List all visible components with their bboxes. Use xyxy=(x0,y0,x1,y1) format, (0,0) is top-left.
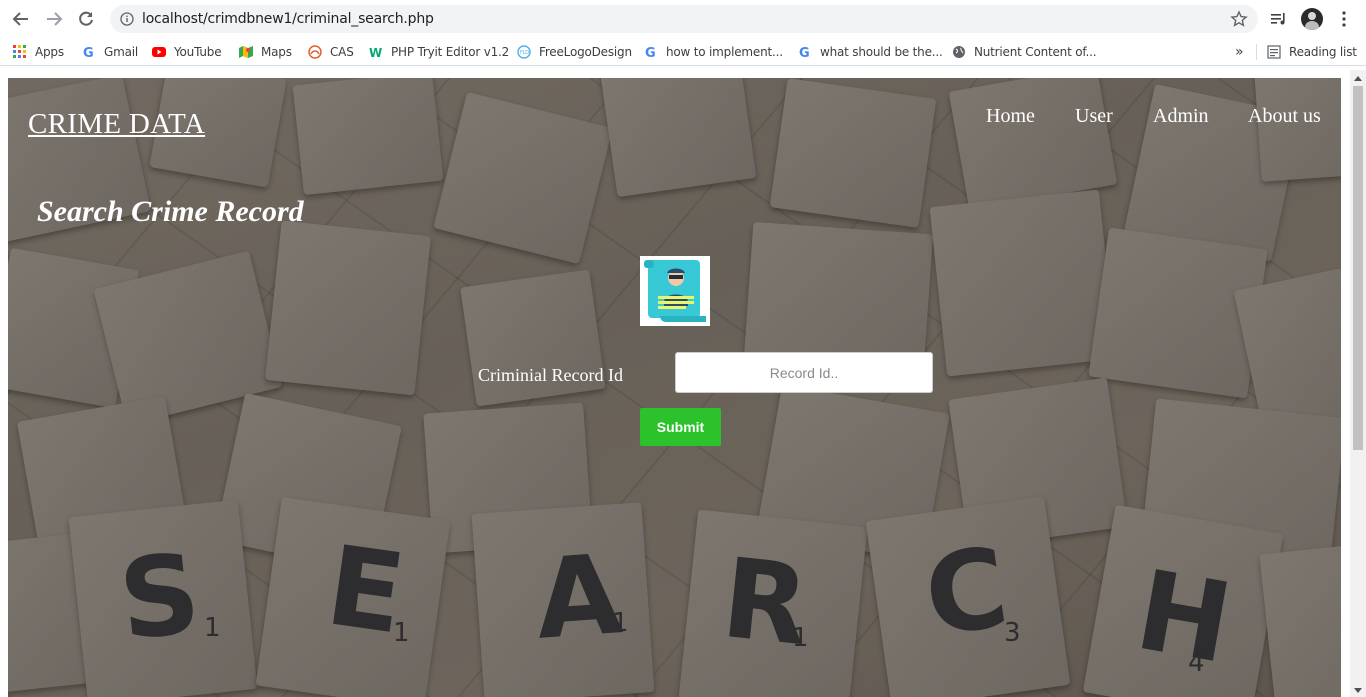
svg-text:FLD: FLD xyxy=(520,50,529,56)
scroll-down-arrow-icon[interactable] xyxy=(1354,688,1362,693)
criminal-record-image xyxy=(640,256,710,326)
apps-grid-icon xyxy=(13,45,26,58)
submit-button[interactable]: Submit xyxy=(640,408,721,446)
bookmark-label: what should be the... xyxy=(820,45,943,59)
scrollbar-thumb[interactable] xyxy=(1353,86,1363,450)
bookmark-nutrient-content[interactable]: Nutrient Content of... xyxy=(952,43,1097,61)
bookmark-freelogodesign[interactable]: FLD FreeLogoDesign xyxy=(517,43,632,61)
freelogodesign-icon: FLD xyxy=(517,45,531,59)
page-title: Search Crime Record xyxy=(37,195,304,228)
bookmark-label: FreeLogoDesign xyxy=(539,45,632,59)
reload-icon xyxy=(79,11,93,26)
reading-list-icon xyxy=(1267,45,1281,59)
back-arrow-icon xyxy=(12,12,28,26)
nav-home[interactable]: Home xyxy=(986,105,1035,128)
cas-icon xyxy=(308,45,322,59)
svg-text:G: G xyxy=(645,46,655,59)
bookmark-label: YouTube xyxy=(174,45,222,59)
reading-list-button[interactable]: Reading list xyxy=(1267,43,1357,61)
bookmark-what-should-be[interactable]: G what should be the... xyxy=(798,43,943,61)
browser-menu-button[interactable] xyxy=(1333,9,1355,29)
bookmark-label: Maps xyxy=(261,45,292,59)
w3schools-icon: W xyxy=(369,46,382,59)
bookmark-label: how to implement... xyxy=(666,45,783,59)
nav-about-us[interactable]: About us xyxy=(1248,105,1321,128)
reload-button[interactable] xyxy=(73,7,99,31)
info-icon xyxy=(120,12,134,26)
nav-admin[interactable]: Admin xyxy=(1153,105,1209,128)
maps-icon xyxy=(239,46,253,58)
page-scrollbar[interactable] xyxy=(1350,70,1366,697)
bookmark-label: CAS xyxy=(330,45,354,59)
bookmarks-divider xyxy=(1256,44,1257,60)
forward-button[interactable] xyxy=(41,7,67,31)
record-id-input[interactable] xyxy=(675,352,933,393)
bookmark-how-to-implement[interactable]: G how to implement... xyxy=(644,43,783,61)
playlist-icon xyxy=(1271,13,1285,25)
google-icon: G xyxy=(83,46,94,59)
site-brand-link[interactable]: CRIME DATA xyxy=(28,108,205,141)
back-button[interactable] xyxy=(8,7,34,31)
media-control-button[interactable] xyxy=(1268,9,1290,29)
bookmark-label: Nutrient Content of... xyxy=(974,45,1097,59)
google-icon: G xyxy=(645,46,656,59)
nav-user[interactable]: User xyxy=(1075,105,1113,128)
bookmark-youtube[interactable]: YouTube xyxy=(152,43,222,61)
page-background: S 1 E 1 A 1 R 1 C 3 H 4 CRIME DATA Home … xyxy=(8,78,1341,697)
bookmarks-bar: Apps G Gmail YouTube Maps CAS W PHP Tryi… xyxy=(0,38,1366,66)
profile-avatar[interactable] xyxy=(1301,8,1323,30)
bookmark-gmail[interactable]: G Gmail xyxy=(82,43,138,61)
browser-toolbar: localhost/crimdbnew1/criminal_search.php xyxy=(0,0,1366,38)
address-bar[interactable]: localhost/crimdbnew1/criminal_search.php xyxy=(110,5,1258,33)
bookmark-cas[interactable]: CAS xyxy=(308,43,354,61)
double-chevron-icon: » xyxy=(1235,44,1244,60)
url-text: localhost/crimdbnew1/criminal_search.php xyxy=(142,11,434,27)
bookmark-apps[interactable]: Apps xyxy=(13,43,64,61)
scroll-up-arrow-icon[interactable] xyxy=(1354,76,1362,81)
record-id-label: Criminial Record Id xyxy=(478,365,623,385)
globe-icon xyxy=(953,46,965,58)
bookmark-label: Gmail xyxy=(104,45,139,59)
google-icon: G xyxy=(799,46,810,59)
criminal-scroll-icon xyxy=(644,260,706,322)
reading-list-label: Reading list xyxy=(1289,45,1357,59)
more-bookmarks-button[interactable]: » xyxy=(1235,43,1244,61)
bookmark-label: PHP Tryit Editor v1.2 xyxy=(391,45,510,59)
svg-text:G: G xyxy=(799,46,809,59)
bookmark-maps[interactable]: Maps xyxy=(239,43,292,61)
bookmark-php-tryit[interactable]: W PHP Tryit Editor v1.2 xyxy=(369,43,509,61)
svg-text:W: W xyxy=(369,46,382,59)
kebab-menu-icon xyxy=(1342,11,1346,27)
forward-arrow-icon xyxy=(47,12,63,26)
bookmark-star-icon[interactable] xyxy=(1230,10,1248,28)
bookmark-label: Apps xyxy=(35,45,64,59)
svg-text:G: G xyxy=(83,46,93,59)
youtube-icon xyxy=(152,47,166,57)
